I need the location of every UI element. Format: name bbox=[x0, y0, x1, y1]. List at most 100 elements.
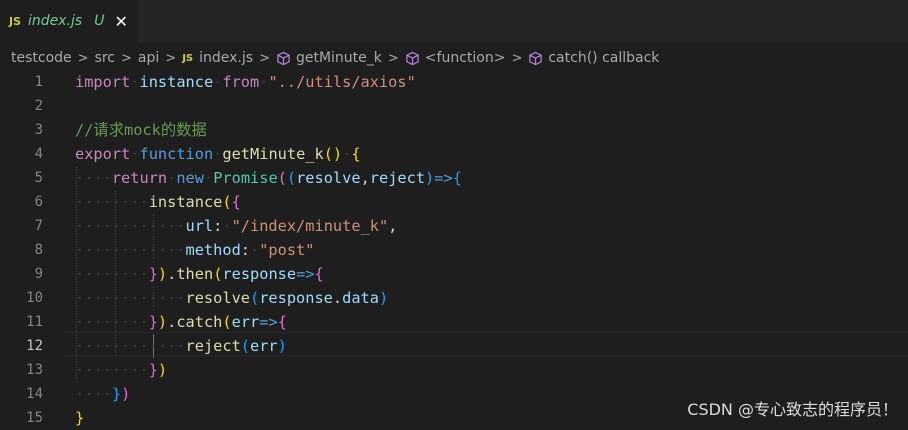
code-token: ( bbox=[249, 289, 260, 307]
line-number: 6 bbox=[34, 194, 43, 210]
watermark: CSDN @专心致志的程序员！ bbox=[687, 400, 898, 419]
code-comment: //请求mock的数据 bbox=[75, 121, 207, 139]
code-line-12: ············reject(err) bbox=[75, 337, 287, 355]
code-token: } bbox=[148, 313, 158, 331]
breadcrumb-label: index.js bbox=[199, 50, 254, 66]
code-token: catch bbox=[176, 313, 223, 331]
code-token: "/index/minute_k" bbox=[231, 217, 389, 235]
javascript-file-icon: JS bbox=[9, 14, 22, 28]
code-token: ) bbox=[157, 265, 168, 283]
tab-bar: JS index.js U ✕ bbox=[0, 0, 908, 42]
code-line-14: ····}) bbox=[75, 385, 131, 403]
code-token: Promise bbox=[213, 169, 278, 187]
tab-filename: index.js bbox=[28, 13, 83, 29]
line-number: 1 bbox=[34, 74, 43, 90]
code-token: resolve bbox=[185, 289, 250, 307]
code-token: getMinute_k bbox=[222, 145, 324, 163]
code-token: ( bbox=[222, 193, 232, 211]
line-number: 7 bbox=[34, 218, 43, 234]
code-token: response bbox=[222, 265, 297, 283]
line-number: 8 bbox=[34, 242, 43, 258]
code-token: import bbox=[75, 73, 131, 91]
chevron-right-icon: > bbox=[77, 50, 89, 66]
code-line-4: export·function·getMinute_k()·{ bbox=[75, 145, 361, 163]
code-token: } bbox=[111, 385, 122, 403]
breadcrumb-label: api bbox=[137, 50, 160, 66]
chevron-right-icon: > bbox=[165, 50, 177, 66]
code-token: } bbox=[75, 409, 85, 427]
code-line-5: ····return·new·Promise((resolve,reject)=… bbox=[75, 169, 462, 187]
line-number: 4 bbox=[34, 146, 43, 162]
breadcrumb-item-getminute-k[interactable]: getMinute_k bbox=[276, 50, 382, 66]
close-icon[interactable]: ✕ bbox=[114, 12, 127, 31]
code-line-6: ········instance({ bbox=[75, 193, 241, 211]
code-token: resolve bbox=[296, 169, 361, 187]
breadcrumb-label: testcode bbox=[11, 50, 72, 66]
code-token: , bbox=[360, 169, 370, 187]
code-line-1: import·instance·from·"../utils/axios" bbox=[75, 73, 416, 91]
code-line-13: ········}) bbox=[75, 361, 168, 379]
line-number: 11 bbox=[26, 314, 43, 330]
code-token: . bbox=[167, 265, 177, 283]
code-line-7: ············url:·"/index/minute_k", bbox=[75, 217, 398, 235]
line-number: 9 bbox=[34, 266, 43, 282]
code-token: reject bbox=[369, 169, 426, 187]
line-number: 10 bbox=[26, 290, 43, 306]
code-token: instance bbox=[139, 73, 214, 91]
code-token: reject bbox=[185, 337, 241, 355]
code-token: ( bbox=[222, 313, 232, 331]
code-token: method bbox=[185, 241, 241, 259]
code-token: new bbox=[176, 169, 204, 187]
code-editor[interactable]: 1 2 3 4 5 6 7 8 9 10 11 12 13 14 15 impo… bbox=[0, 70, 908, 428]
chevron-right-icon: > bbox=[387, 50, 399, 66]
line-number: 15 bbox=[26, 410, 43, 426]
javascript-file-icon: JS bbox=[182, 52, 194, 64]
chevron-right-icon: > bbox=[121, 50, 132, 66]
untracked-status-badge: U bbox=[94, 13, 105, 29]
symbol-method-icon bbox=[277, 51, 290, 65]
code-token: err bbox=[231, 313, 260, 331]
chevron-right-icon: > bbox=[511, 50, 523, 66]
code-token: from bbox=[222, 73, 260, 91]
breadcrumb-label: <function> bbox=[424, 50, 506, 66]
code-token: . bbox=[167, 313, 177, 331]
breadcrumb-item-testcode[interactable]: testcode bbox=[11, 50, 72, 66]
code-line-3: //请求mock的数据 bbox=[75, 118, 207, 142]
code-line-15: } bbox=[75, 406, 84, 430]
line-number-active: 12 bbox=[26, 338, 43, 354]
code-token: url bbox=[185, 217, 214, 235]
breadcrumb-item-api[interactable]: api bbox=[138, 50, 159, 66]
line-number: 2 bbox=[34, 98, 43, 114]
code-token: : bbox=[213, 217, 223, 235]
code-token: then bbox=[176, 265, 214, 283]
code-token: ) bbox=[157, 361, 168, 379]
code-token: } bbox=[148, 265, 158, 283]
breadcrumb-item-src[interactable]: src bbox=[95, 50, 115, 66]
breadcrumb-item-catch-callback[interactable]: catch() callback bbox=[528, 50, 659, 66]
breadcrumb-label: catch() callback bbox=[548, 50, 660, 66]
code-token: { bbox=[231, 193, 241, 211]
code-token: ( bbox=[286, 169, 297, 187]
code-token: => bbox=[259, 313, 278, 331]
breadcrumb-item-function[interactable]: <function> bbox=[405, 50, 506, 66]
breadcrumb-item-index-js[interactable]: JS index.js bbox=[182, 50, 253, 66]
code-token: ) bbox=[425, 169, 435, 187]
code-token: => bbox=[434, 169, 453, 187]
code-token: "post" bbox=[259, 241, 315, 259]
code-token: ( bbox=[277, 169, 287, 187]
breadcrumb-label: src bbox=[94, 50, 116, 66]
code-token: ) bbox=[378, 289, 389, 307]
code-token: { bbox=[277, 313, 287, 331]
line-number: 13 bbox=[26, 362, 43, 378]
code-token: => bbox=[296, 265, 315, 283]
code-token: "../utils/axios" bbox=[268, 73, 416, 91]
code-token: . bbox=[332, 289, 343, 307]
symbol-method-icon bbox=[529, 51, 543, 65]
chevron-right-icon: > bbox=[259, 50, 270, 66]
line-number: 14 bbox=[26, 386, 43, 402]
code-token: instance bbox=[148, 193, 223, 211]
code-token: , bbox=[388, 217, 398, 235]
code-line-10: ············resolve(response.data) bbox=[75, 289, 389, 307]
tab-index-js[interactable]: JS index.js U ✕ bbox=[0, 0, 138, 42]
symbol-method-icon bbox=[406, 51, 419, 65]
